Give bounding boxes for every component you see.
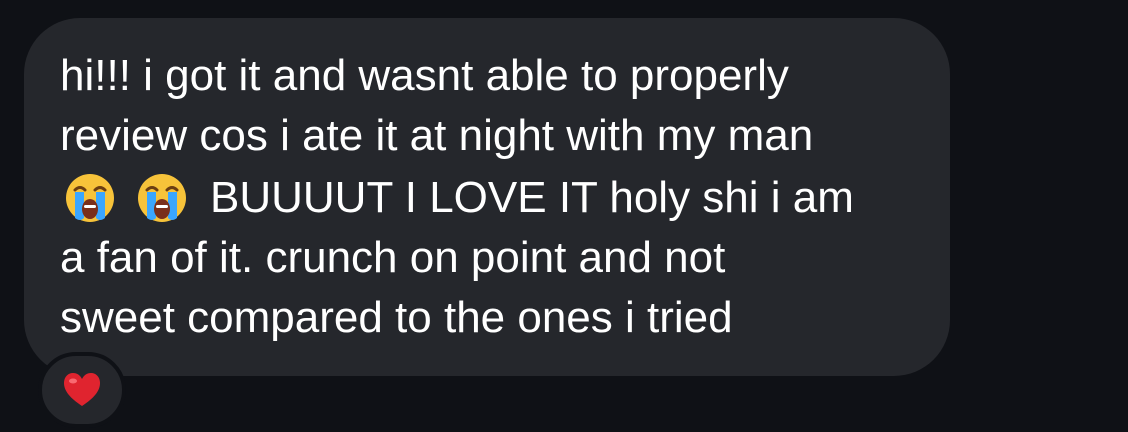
chat-screen: hi!!! i got it and wasnt able to properl… (0, 0, 1128, 432)
loudly-crying-face-icon (66, 174, 114, 222)
message-line: review cos i ate it at night with my man (60, 111, 814, 160)
reaction-badge[interactable] (38, 352, 126, 428)
message-line: a fan of it. crunch on point and not (60, 233, 726, 282)
message-line: hi!!! i got it and wasnt able to properl… (60, 51, 789, 100)
message-line: BUUUUT I LOVE IT holy shi i am (210, 173, 854, 222)
loudly-crying-face-icon (138, 174, 186, 222)
message-line: sweet compared to the ones i tried (60, 293, 733, 342)
red-heart-icon (64, 373, 100, 406)
